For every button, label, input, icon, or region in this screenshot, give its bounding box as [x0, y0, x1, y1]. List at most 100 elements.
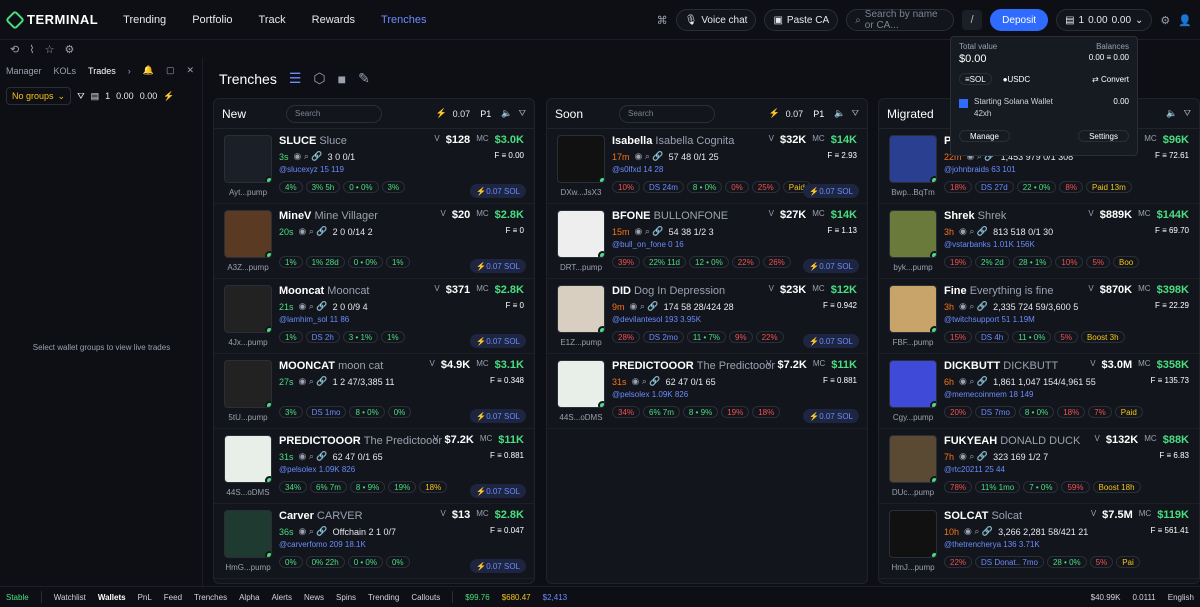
usdc-toggle[interactable]: ● USDC: [998, 73, 1036, 85]
social-handle[interactable]: @johnbraids 63 101: [944, 165, 1016, 174]
token-card[interactable]: HmG...pump Carver CARVER 36s ◉ ⌕ 🔗 Offchain …: [214, 504, 534, 579]
social-handle[interactable]: @thetrencherya 136 3.71K: [944, 540, 1040, 549]
contract-address[interactable]: HmG...pump: [220, 563, 276, 572]
token-avatar[interactable]: [889, 285, 937, 333]
sol-toggle[interactable]: ≡ SOL: [959, 73, 992, 85]
convert-button[interactable]: ⇄ Convert: [1092, 75, 1129, 84]
token-card[interactable]: 5tU...pump MOONCAT moon cat 27s ◉ ⌕ 🔗 1 2 47…: [214, 354, 534, 429]
contract-address[interactable]: FBF...pump: [885, 338, 941, 347]
deposit-button[interactable]: Deposit: [990, 9, 1049, 31]
tab-manager[interactable]: Manager: [6, 66, 42, 76]
history-icon[interactable]: ⟲: [10, 43, 19, 56]
token-card[interactable]: Cgy...pump DICKBUTT DICKBUTT 6h ◉ ⌕ 🔗 1,861 …: [879, 354, 1199, 429]
token-card[interactable]: E1Z...pump DID Dog In Depression 9m ◉ ⌕ 🔗 17…: [547, 279, 867, 354]
social-handle[interactable]: @devilantesol 193 3.95K: [612, 315, 701, 324]
expand-icon[interactable]: ▢: [166, 65, 175, 76]
social-handle[interactable]: @slucexyz 15 119: [279, 165, 344, 174]
bottom-item-alerts[interactable]: Alerts: [272, 593, 292, 602]
nav-rewards[interactable]: Rewards: [299, 14, 368, 26]
token-avatar[interactable]: [224, 510, 272, 558]
token-card[interactable]: 44S...oDMS PREDICTOOOR The Predictooor 31s…: [214, 429, 534, 504]
contract-address[interactable]: Ayt...pump: [220, 188, 276, 197]
token-avatar[interactable]: [224, 435, 272, 483]
chevron-right-icon[interactable]: ›: [128, 66, 131, 76]
star-icon[interactable]: ☆: [45, 43, 55, 56]
token-card[interactable]: DXw...JsX3 Isabella Isabella Cognita 17m ◉ …: [547, 129, 867, 204]
social-handle[interactable]: @memecoinmem 18 149: [944, 390, 1034, 399]
social-handle[interactable]: @s0lfxd 14 28: [612, 165, 663, 174]
quick-buy-button[interactable]: ⚡ 0.07 SOL: [470, 559, 526, 573]
quick-buy-button[interactable]: ⚡ 0.07 SOL: [803, 259, 859, 273]
lightning-icon[interactable]: ⚡: [163, 91, 174, 102]
column-search-input[interactable]: Search: [619, 104, 715, 123]
quick-buy-button[interactable]: ⚡ 0.07 SOL: [470, 484, 526, 498]
social-handle[interactable]: @pelsolex 1.09K 826: [612, 390, 688, 399]
preset-p1[interactable]: P1: [809, 108, 828, 120]
quick-buy-button[interactable]: ⚡ 0.07 SOL: [470, 259, 526, 273]
token-card[interactable]: A3Z...pump MineV Mine Villager 20s ◉ ⌕ 🔗 2 0…: [214, 204, 534, 279]
list-icon[interactable]: ☰: [289, 70, 302, 87]
contract-address[interactable]: Bwp...BqTm: [885, 188, 941, 197]
top-search-input[interactable]: ⌕ Search by name or CA...: [846, 9, 955, 31]
contract-address[interactable]: 44S...oDMS: [220, 488, 276, 497]
quick-buy-button[interactable]: ⚡ 0.07 SOL: [470, 184, 526, 198]
contract-address[interactable]: DXw...JsX3: [553, 188, 609, 197]
social-handle[interactable]: @pelsolex 1.09K 826: [279, 465, 355, 474]
social-handle[interactable]: @lamhim_sol 11 86: [279, 315, 349, 324]
token-avatar[interactable]: [557, 360, 605, 408]
quick-buy-button[interactable]: ⚡ 0.07 SOL: [803, 184, 859, 198]
nav-trending[interactable]: Trending: [110, 14, 179, 26]
paste-ca-button[interactable]: ▣ Paste CA: [764, 9, 839, 31]
gear-icon[interactable]: ⚙: [1160, 14, 1170, 27]
groups-dropdown[interactable]: No groups ⌄: [6, 87, 72, 105]
contract-address[interactable]: DUc...pump: [885, 488, 941, 497]
bottom-item-watchlist[interactable]: Watchlist: [54, 593, 86, 602]
tab-trades[interactable]: Trades: [88, 66, 116, 76]
bottom-item-news[interactable]: News: [304, 593, 324, 602]
quick-buy-button[interactable]: ⚡ 0.07 SOL: [470, 409, 526, 423]
token-avatar[interactable]: [224, 360, 272, 408]
contract-address[interactable]: E1Z...pump: [553, 338, 609, 347]
token-card[interactable]: 44S...oDMS PREDICTOOOR The Predictooor 31s…: [547, 354, 867, 429]
close-icon[interactable]: ✕: [186, 65, 194, 76]
social-handle[interactable]: @rtc20211 25 44: [944, 465, 1005, 474]
nav-portfolio[interactable]: Portfolio: [179, 14, 245, 26]
contract-address[interactable]: A3Z...pump: [220, 263, 276, 272]
bottom-item-callouts[interactable]: Callouts: [411, 593, 440, 602]
bottom-item-trenches[interactable]: Trenches: [194, 593, 227, 602]
contract-address[interactable]: HmJ...pump: [885, 563, 941, 572]
quick-buy-button[interactable]: ⚡ 0.07 SOL: [470, 334, 526, 348]
token-avatar[interactable]: [557, 135, 605, 183]
social-handle[interactable]: @vstarbanks 1.01K 156K: [944, 240, 1035, 249]
token-avatar[interactable]: [557, 210, 605, 258]
token-avatar[interactable]: [557, 285, 605, 333]
wallet-selector[interactable]: ▤ 1 0.00 0.00 ⌄: [1056, 9, 1153, 31]
token-card[interactable]: Ayt...pump SLUCE Sluce 3s ◉ ⌕ 🔗 3 0 0/1 @sluc…: [214, 129, 534, 204]
filter-icon[interactable]: ⛛: [77, 91, 85, 102]
nav-track[interactable]: Track: [246, 14, 299, 26]
contract-address[interactable]: DRT...pump: [553, 263, 609, 272]
quick-buy-button[interactable]: ⚡ 0.07 SOL: [803, 334, 859, 348]
contract-address[interactable]: 4Jx...pump: [220, 338, 276, 347]
token-card[interactable]: byk...pump Shrek Shrek 3h ◉ ⌕ 🔗 813 518 0/1 …: [879, 204, 1199, 279]
contract-address[interactable]: 44S...oDMS: [553, 413, 609, 422]
app-logo[interactable]: TERMINAL: [5, 9, 98, 30]
social-handle[interactable]: @carverfomo 209 18.1K: [279, 540, 366, 549]
column-search-input[interactable]: Search: [286, 104, 382, 123]
bottom-item-feed[interactable]: Feed: [164, 593, 182, 602]
mute-icon[interactable]: 🔈: [501, 108, 512, 119]
tab-kols[interactable]: KOLs: [54, 66, 77, 76]
token-card[interactable]: DUc...pump FUKYEAH DONALD DUCK 7h ◉ ⌕ 🔗 323 …: [879, 429, 1199, 504]
bottom-item-spins[interactable]: Spins: [336, 593, 356, 602]
contract-address[interactable]: 5tU...pump: [220, 413, 276, 422]
column-amount[interactable]: 0.07: [786, 109, 804, 119]
scan-icon[interactable]: ⌘: [657, 14, 668, 27]
settings-button[interactable]: Settings: [1078, 130, 1129, 142]
token-card[interactable]: HmJ...pump SOLCAT Solcat 10h ◉ ⌕ 🔗 3,266 2,2…: [879, 504, 1199, 579]
quick-buy-button[interactable]: ⚡ 0.07 SOL: [803, 409, 859, 423]
token-avatar[interactable]: [224, 135, 272, 183]
contract-address[interactable]: Cgy...pump: [885, 413, 941, 422]
bottom-item-trending[interactable]: Trending: [368, 593, 399, 602]
language-selector[interactable]: English: [1168, 593, 1194, 602]
token-card[interactable]: DRT...pump BFONE BULLONFONE 15m ◉ ⌕ 🔗 54 38 …: [547, 204, 867, 279]
